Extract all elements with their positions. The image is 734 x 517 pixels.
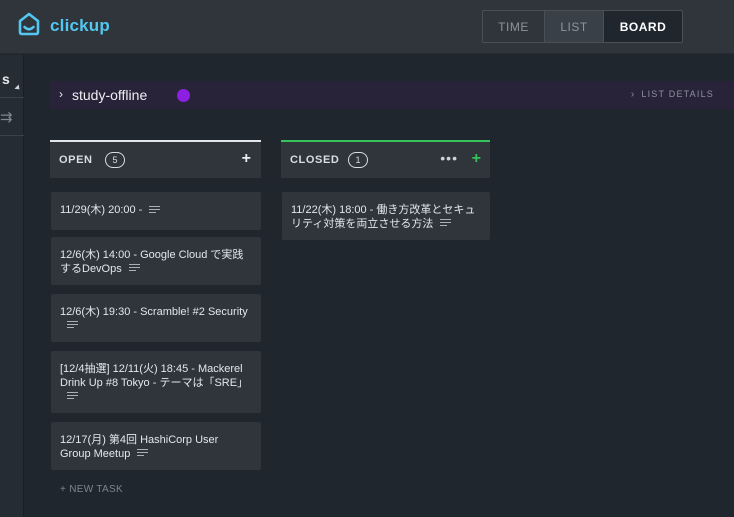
column-header-open: OPEN 5 + (50, 140, 261, 178)
more-options-icon[interactable]: ••• (440, 150, 458, 166)
task-card[interactable]: 11/22(木) 18:00 - 働き方改革とセキュリティ対策を両立させる方法 (282, 192, 490, 240)
top-bar: clickup TIME LIST BOARD (0, 0, 734, 54)
tab-time[interactable]: TIME (483, 11, 545, 42)
task-card-content: [12/4抽選] 12/11(火) 18:45 - Mackerel Drink… (60, 363, 251, 404)
caret-down-icon[interactable] (14, 84, 22, 92)
task-card-content: 11/29(木) 20:00 - (60, 204, 251, 218)
task-card[interactable]: 12/6(木) 19:30 - Scramble! #2 Security (51, 294, 261, 342)
view-switcher: TIME LIST BOARD (482, 10, 683, 43)
column-header-closed: CLOSED 1 ••• + (281, 140, 490, 178)
tab-list[interactable]: LIST (545, 11, 604, 42)
description-icon (149, 204, 161, 215)
space-initial[interactable]: s (2, 71, 10, 87)
list-color-dot[interactable] (177, 89, 190, 102)
add-task-button[interactable]: + (242, 150, 251, 168)
task-title: 12/6(木) 19:30 - Scramble! #2 Security (60, 306, 248, 318)
divider (0, 97, 24, 98)
arrows-icon[interactable]: ⇉ (0, 108, 13, 126)
list-header-bar: › study-offline › LIST DETAILS (50, 81, 734, 109)
task-card[interactable]: [12/4抽選] 12/11(火) 18:45 - Mackerel Drink… (51, 351, 261, 413)
description-icon (67, 319, 78, 330)
divider (0, 135, 24, 136)
task-card[interactable]: 11/29(木) 20:00 - (51, 192, 261, 230)
column-label: CLOSED (290, 154, 340, 166)
add-task-button[interactable]: + (472, 150, 481, 168)
description-icon (137, 447, 149, 458)
description-icon (67, 390, 78, 401)
list-title[interactable]: study-offline (72, 87, 147, 103)
description-icon (440, 217, 452, 228)
chevron-right-icon[interactable]: › (59, 87, 63, 101)
task-count-badge: 1 (348, 152, 368, 168)
task-title: [12/4抽選] 12/11(火) 18:45 - Mackerel Drink… (60, 363, 249, 389)
clickup-logo[interactable]: clickup (16, 12, 110, 40)
logo-text: clickup (50, 16, 110, 35)
list-details-label: LIST DETAILS (641, 89, 714, 99)
task-card-content: 12/6(木) 14:00 - Google Cloud で実践するDevOps (60, 249, 251, 276)
task-card-content: 12/6(木) 19:30 - Scramble! #2 Security (60, 306, 251, 333)
list-details-link[interactable]: › LIST DETAILS (631, 89, 714, 100)
chevron-right-icon: › (630, 89, 636, 100)
task-card-content: 11/22(木) 18:00 - 働き方改革とセキュリティ対策を両立させる方法 (291, 204, 480, 231)
clickup-logo-icon (16, 11, 42, 42)
task-card[interactable]: 12/6(木) 14:00 - Google Cloud で実践するDevOps (51, 237, 261, 285)
tab-board[interactable]: BOARD (604, 11, 682, 42)
description-icon (128, 262, 140, 273)
task-card-content: 12/17(月) 第4回 HashiCorp User Group Meetup (60, 434, 251, 461)
task-count-badge: 5 (105, 152, 125, 168)
new-task-button[interactable]: + NEW TASK (60, 484, 123, 495)
column-label: OPEN (59, 154, 93, 166)
task-title: 11/29(木) 20:00 - (60, 204, 143, 216)
task-title: 12/6(木) 14:00 - Google Cloud で実践するDevOps (60, 249, 244, 275)
task-card[interactable]: 12/17(月) 第4回 HashiCorp User Group Meetup (51, 422, 261, 470)
left-sidebar-strip: s ⇉ (0, 55, 24, 517)
